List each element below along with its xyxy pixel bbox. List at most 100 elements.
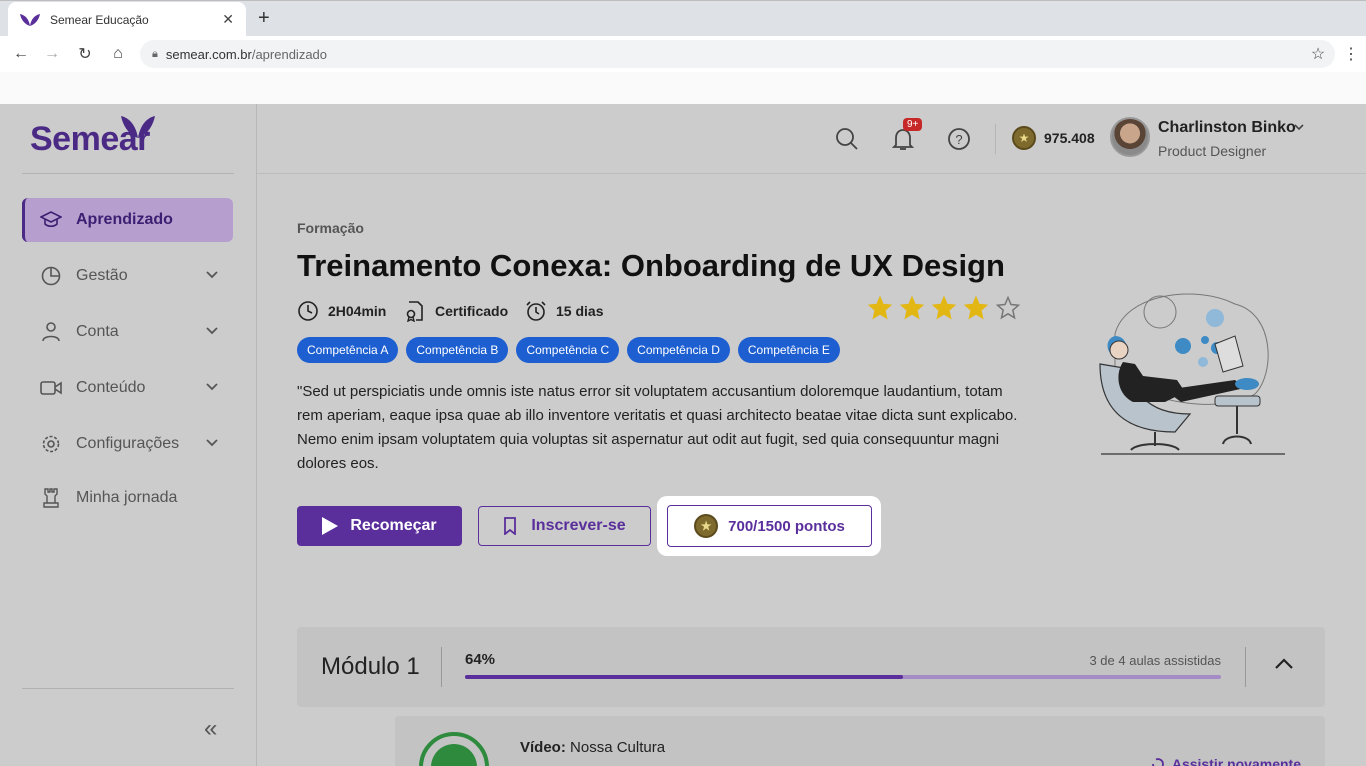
browser-tab[interactable]: Semear Educação ✕ bbox=[8, 2, 246, 37]
lesson-name: Nossa Cultura bbox=[570, 739, 666, 756]
module-progress-percent: 64% bbox=[465, 651, 496, 668]
page-title: Treinamento Conexa: Onboarding de UX Des… bbox=[297, 248, 1005, 283]
gear-icon bbox=[40, 433, 62, 455]
subscribe-label: Inscrever-se bbox=[531, 517, 626, 534]
sidebar-item-minha-jornada[interactable]: Minha jornada bbox=[22, 476, 233, 520]
pie-chart-icon bbox=[40, 265, 62, 287]
alarm-clock-icon bbox=[526, 301, 546, 321]
certificate-label: Certificado bbox=[435, 303, 509, 319]
sidebar-divider bbox=[22, 688, 234, 689]
lesson-status-ring bbox=[419, 732, 489, 766]
browser-tab-strip: Semear Educação ✕ + bbox=[0, 0, 1366, 37]
lesson-title: Vídeo: Nossa Cultura bbox=[520, 739, 665, 756]
chevron-down-icon bbox=[206, 271, 218, 279]
module-progress-bar bbox=[465, 675, 1221, 679]
sidebar-item-conta[interactable]: Conta bbox=[22, 310, 233, 354]
chevron-down-icon bbox=[206, 439, 218, 447]
back-icon[interactable]: ← bbox=[11, 44, 31, 64]
points-balance: 975.408 bbox=[1044, 130, 1095, 146]
user-icon bbox=[40, 321, 62, 343]
course-description: "Sed ut perspiciatis unde omnis iste nat… bbox=[297, 383, 1018, 472]
sidebar-item-label: Conteúdo bbox=[76, 379, 146, 396]
certificate: Certificado bbox=[404, 300, 508, 322]
sidebar-item-aprendizado[interactable]: Aprendizado bbox=[22, 198, 233, 242]
rewatch-label: Assistir novamente bbox=[1171, 756, 1301, 766]
lesson-row[interactable]: Vídeo: Nossa Cultura Assistir novamente bbox=[395, 716, 1325, 766]
bookmark-icon bbox=[504, 517, 517, 535]
help-icon[interactable]: ? bbox=[946, 126, 972, 152]
address-bar[interactable]: 🔒︎ semear.com.br/aprendizado bbox=[140, 40, 1335, 68]
breadcrumb[interactable]: Formação bbox=[297, 220, 364, 236]
star-empty-icon[interactable] bbox=[996, 296, 1020, 320]
chevron-down-icon bbox=[206, 327, 218, 335]
duration-label: 2H04min bbox=[328, 303, 387, 319]
module-panel: Módulo 1 64% 3 de 4 aulas assistidas bbox=[297, 627, 1325, 707]
lesson-type: Vídeo: bbox=[520, 739, 566, 756]
competency-chip[interactable]: Competência C bbox=[516, 337, 620, 363]
competency-chip[interactable]: Competência A bbox=[297, 337, 399, 363]
deadline: 15 dias bbox=[525, 300, 603, 322]
sidebar-item-label: Aprendizado bbox=[76, 211, 173, 228]
chevron-down-icon[interactable] bbox=[1293, 121, 1305, 133]
url-host: semear.com.br bbox=[165, 46, 252, 62]
rating-stars[interactable] bbox=[868, 296, 1020, 320]
star-filled-icon[interactable] bbox=[900, 296, 924, 320]
avatar[interactable] bbox=[1110, 117, 1150, 157]
bookmarks-bar bbox=[0, 72, 1366, 104]
person-relaxing-illustration bbox=[1099, 293, 1285, 455]
user-name[interactable]: Charlinston Binko bbox=[1158, 119, 1296, 137]
competency-chip[interactable]: Competência E bbox=[737, 337, 840, 363]
sidebar: Semear Aprendizado Gestão Conta Conteúdo… bbox=[0, 104, 257, 766]
competency-chip[interactable]: Competência B bbox=[406, 337, 509, 363]
coin-star-icon: ★ bbox=[694, 514, 719, 538]
rewatch-link[interactable]: Assistir novamente bbox=[1150, 756, 1301, 766]
chess-rook-icon bbox=[40, 487, 62, 509]
home-icon[interactable]: ⌂ bbox=[108, 44, 128, 64]
sidebar-item-label: Configurações bbox=[76, 435, 180, 452]
module-title: Módulo 1 bbox=[321, 653, 420, 680]
deadline-label: 15 dias bbox=[556, 303, 604, 319]
module-lessons-count: 3 de 4 aulas assistidas bbox=[1089, 653, 1221, 668]
competency-chip[interactable]: Competência D bbox=[627, 337, 730, 363]
clock-icon bbox=[298, 301, 318, 321]
reload-icon[interactable]: ↻ bbox=[75, 44, 95, 64]
restart-label: Recomeçar bbox=[350, 517, 437, 534]
certificate-icon bbox=[406, 301, 423, 322]
chevron-up-icon[interactable] bbox=[1273, 657, 1295, 671]
video-icon bbox=[40, 377, 62, 399]
app: Semear Aprendizado Gestão Conta Conteúdo… bbox=[0, 104, 1366, 766]
bookmark-star-icon[interactable]: ☆ bbox=[1308, 44, 1328, 64]
subscribe-button[interactable]: Inscrever-se bbox=[478, 506, 651, 546]
collapse-sidebar-icon[interactable]: « bbox=[204, 715, 217, 743]
points-button[interactable]: ★ 700/1500 pontos bbox=[667, 505, 872, 547]
restart-button[interactable]: Recomeçar bbox=[297, 506, 462, 546]
svg-text:?: ? bbox=[955, 132, 962, 147]
sidebar-item-label: Minha jornada bbox=[76, 489, 178, 506]
star-filled-icon[interactable] bbox=[964, 296, 988, 320]
sidebar-item-gestao[interactable]: Gestão bbox=[22, 254, 233, 298]
topbar-separator bbox=[995, 124, 996, 154]
video-icon bbox=[431, 744, 477, 766]
star-filled-icon[interactable] bbox=[932, 296, 956, 320]
module-progress-fill bbox=[465, 675, 904, 679]
semear-leaf-icon bbox=[20, 13, 40, 26]
browser-toolbar: ← → ↻ ⌂ 🔒︎ semear.com.br/aprendizado ☆ ⋮ bbox=[0, 36, 1366, 72]
module-separator bbox=[441, 647, 442, 687]
sidebar-item-configuracoes[interactable]: Configurações bbox=[22, 422, 233, 466]
top-bar: 9+ ? ★ 975.408 Charlinston Binko Product… bbox=[257, 104, 1366, 174]
competency-chips: Competência A Competência B Competência C C… bbox=[297, 337, 840, 363]
forward-icon[interactable]: → bbox=[42, 44, 62, 64]
star-filled-icon[interactable] bbox=[868, 296, 892, 320]
coin-star-icon: ★ bbox=[1012, 126, 1036, 150]
duration: 2H04min bbox=[297, 300, 386, 322]
sidebar-item-label: Conta bbox=[76, 323, 119, 340]
browser-menu-icon[interactable]: ⋮ bbox=[1341, 44, 1361, 64]
search-icon[interactable] bbox=[834, 126, 860, 152]
points-label: 700/1500 pontos bbox=[728, 517, 845, 535]
sidebar-item-conteudo[interactable]: Conteúdo bbox=[22, 366, 233, 410]
chevron-down-icon bbox=[206, 383, 218, 391]
lock-icon: 🔒︎ bbox=[152, 47, 158, 60]
new-tab-icon[interactable]: + bbox=[258, 7, 270, 30]
logo-leaf-icon bbox=[121, 116, 155, 138]
tab-close-icon[interactable]: ✕ bbox=[222, 11, 234, 28]
